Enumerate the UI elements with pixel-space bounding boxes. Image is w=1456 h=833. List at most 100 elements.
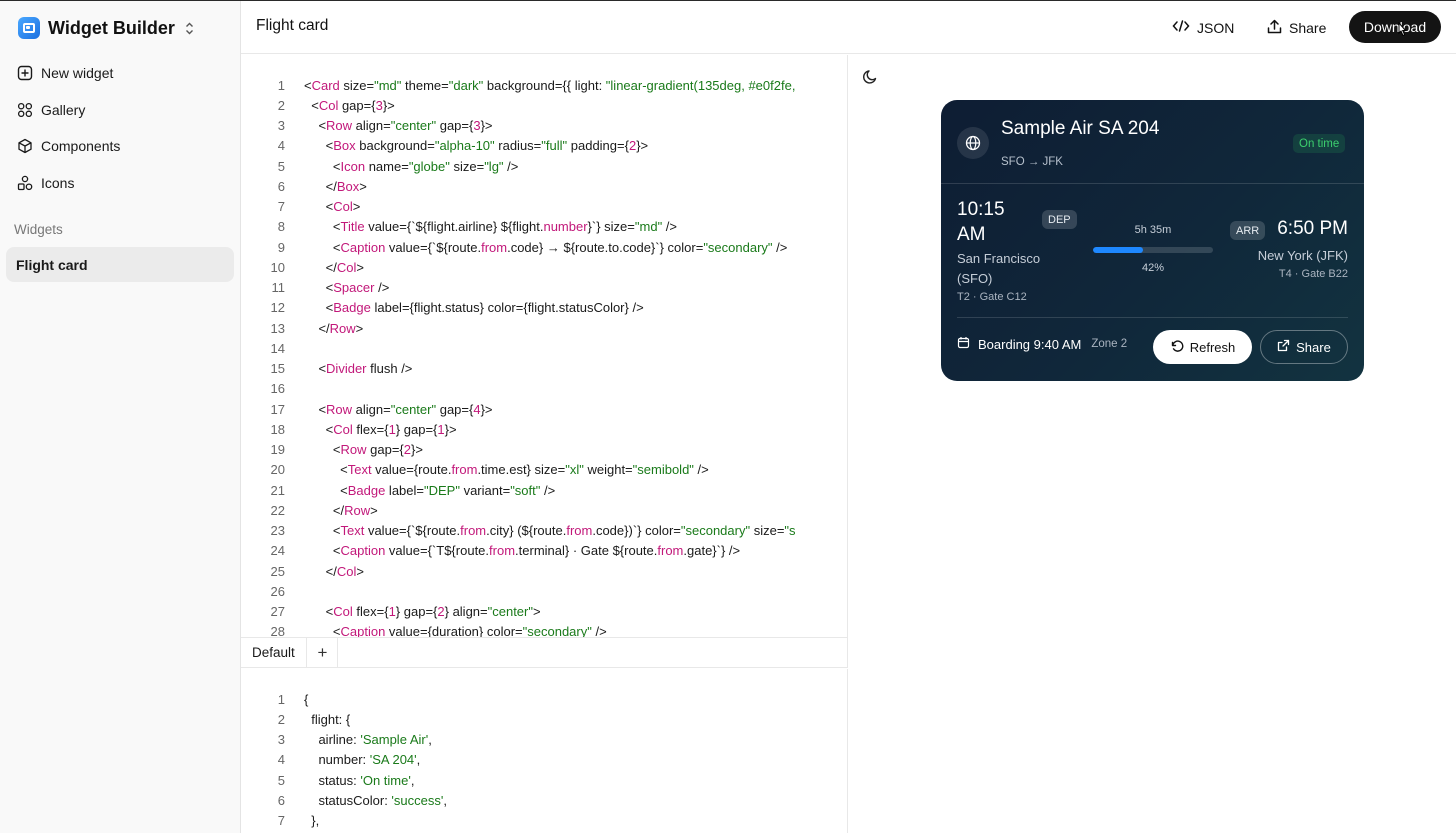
arrival-gate: T4 · Gate B22 xyxy=(1278,268,1348,280)
line-number: 1 xyxy=(277,691,285,707)
line-code: <Icon name="globe" size="lg" /> xyxy=(304,158,519,174)
line-code: <Text value={`${route.from.city} (${rout… xyxy=(304,523,796,539)
card-share-button[interactable]: Share xyxy=(1260,330,1348,364)
card-divider xyxy=(957,317,1348,318)
top-bar: Flight card JSON Share Download xyxy=(241,1,1456,54)
line-number: 15 xyxy=(270,361,285,377)
boarding-info: Boarding 9:40 AM Zone 2 xyxy=(957,336,1127,352)
line-code: statusColor: 'success', xyxy=(304,792,447,808)
boarding-zone: Zone 2 xyxy=(1091,338,1128,350)
code-line: 15 <Divider flush /> xyxy=(241,359,796,379)
flight-progress-bar xyxy=(1093,247,1213,253)
flight-card: Sample Air SA 204 SFO → JFK On time 10:1… xyxy=(941,100,1364,381)
tab-default[interactable]: Default xyxy=(241,638,307,667)
line-number: 21 xyxy=(270,482,285,498)
widgets-section-label: Widgets xyxy=(14,222,63,237)
line-code: <Badge label={flight.status} color={flig… xyxy=(304,300,644,316)
code-line: 1 <Card size="md" theme="dark" background… xyxy=(241,75,796,95)
sidebar-item-label: Gallery xyxy=(41,101,86,118)
line-number: 25 xyxy=(270,563,285,579)
departure-time: 10:15 AM xyxy=(957,199,1005,245)
line-number: 28 xyxy=(270,624,285,637)
code-line: 24 <Caption value={`T${route.from.termin… xyxy=(241,541,796,561)
code-line: 3 <Row align="center" gap={3}> xyxy=(241,116,796,136)
code-line: 7 <Col> xyxy=(241,197,796,217)
line-number: 2 xyxy=(277,97,285,113)
line-number: 7 xyxy=(277,199,285,215)
line-number: 27 xyxy=(270,604,285,620)
code-line: 4 number: 'SA 204', xyxy=(241,750,447,770)
plus-square-icon xyxy=(16,64,33,81)
code-line: 16 xyxy=(241,379,796,399)
line-code: <Col flex={1} gap={2} align="center"> xyxy=(304,604,541,620)
json-button-label: JSON xyxy=(1197,19,1235,36)
line-number: 19 xyxy=(270,442,285,458)
line-code: number: 'SA 204', xyxy=(304,752,421,768)
app-switcher[interactable]: Widget Builder xyxy=(18,16,194,40)
line-number: 4 xyxy=(277,752,285,768)
theme-toggle-moon-icon[interactable] xyxy=(862,68,879,90)
code-line: 6 statusColor: 'success', xyxy=(241,790,447,810)
sidebar-item-gallery[interactable]: Gallery xyxy=(16,101,85,118)
code-line: 7 }, xyxy=(241,811,447,831)
flight-title: Sample Air SA 204 xyxy=(1001,118,1160,139)
page-title: Flight card xyxy=(256,17,329,34)
line-number: 23 xyxy=(270,523,285,539)
code-line: 12 <Badge label={flight.status} color={f… xyxy=(241,298,796,318)
departure-gate: T2 · Gate C12 xyxy=(957,291,1027,303)
card-divider xyxy=(941,183,1364,184)
code-line: 27 <Col flex={1} gap={2} align="center"> xyxy=(241,602,796,622)
arr-badge: ARR xyxy=(1230,221,1266,240)
line-code: </Box> xyxy=(304,178,367,194)
line-number: 20 xyxy=(270,462,285,478)
code-line: 14 xyxy=(241,338,796,358)
code-line: 6 </Box> xyxy=(241,176,796,196)
download-button[interactable]: Download xyxy=(1349,11,1441,43)
code-line: 26 xyxy=(241,581,796,601)
line-code: <Text value={route.from.time.est} size="… xyxy=(304,462,709,478)
refresh-icon xyxy=(1170,339,1184,356)
globe-icon xyxy=(957,127,989,159)
line-code: <Card size="md" theme="dark" background=… xyxy=(304,77,796,93)
code-line: 11 <Spacer /> xyxy=(241,278,796,298)
line-code: <Title value={`${flight.airline} ${fligh… xyxy=(304,219,678,235)
line-number: 1 xyxy=(277,77,285,93)
line-number: 14 xyxy=(270,340,285,356)
sidebar-item-icons[interactable]: Icons xyxy=(16,174,74,191)
sidebar-item-components[interactable]: Components xyxy=(16,137,120,154)
add-tab-button[interactable]: + xyxy=(308,638,338,667)
data-editor[interactable]: 1{2 flight: {3 airline: 'Sample Air', 4 n… xyxy=(241,669,848,833)
line-number: 9 xyxy=(277,239,285,255)
refresh-button-label: Refresh xyxy=(1189,339,1236,355)
sidebar-item-label: Components xyxy=(41,137,121,154)
data-tabs: Default + xyxy=(241,637,848,668)
line-code: <Spacer /> xyxy=(304,280,390,296)
code-line: 13 </Row> xyxy=(241,318,796,338)
code-editor[interactable]: 1 <Card size="md" theme="dark" background… xyxy=(241,55,848,637)
refresh-button[interactable]: Refresh xyxy=(1153,330,1252,364)
line-code: flight: { xyxy=(304,711,351,727)
progress-fill xyxy=(1093,247,1144,253)
sidebar-item-new-widget[interactable]: New widget xyxy=(16,64,113,81)
status-badge: On time xyxy=(1293,134,1346,153)
line-code: <Badge label="DEP" variant="soft" /> xyxy=(304,482,556,498)
code-line: 18 <Col flex={1} gap={1}> xyxy=(241,419,796,439)
flight-duration: 5h 35m xyxy=(1134,224,1172,236)
line-code: <Col> xyxy=(304,199,361,215)
sidebar-item-label: New widget xyxy=(41,64,114,81)
code-line: 5 status: 'On time', xyxy=(241,770,447,790)
share-button[interactable]: Share xyxy=(1267,12,1326,43)
code-line: 22 </Row> xyxy=(241,500,796,520)
progress-percent: 42% xyxy=(1141,262,1165,274)
line-number: 3 xyxy=(277,118,285,134)
json-button[interactable]: JSON xyxy=(1172,12,1234,43)
line-number: 26 xyxy=(270,583,285,599)
share-button-label: Share xyxy=(1289,19,1327,36)
card-share-button-label: Share xyxy=(1296,339,1331,355)
code-line: 21 <Badge label="DEP" variant="soft" /> xyxy=(241,480,796,500)
line-code: <Caption value={duration} color="seconda… xyxy=(304,624,607,637)
code-line: 20 <Text value={route.from.time.est} siz… xyxy=(241,460,796,480)
line-number: 8 xyxy=(277,219,285,235)
sidebar-item-flight-card[interactable]: Flight card xyxy=(6,247,234,282)
line-code: <Row align="center" gap={3}> xyxy=(304,118,493,134)
